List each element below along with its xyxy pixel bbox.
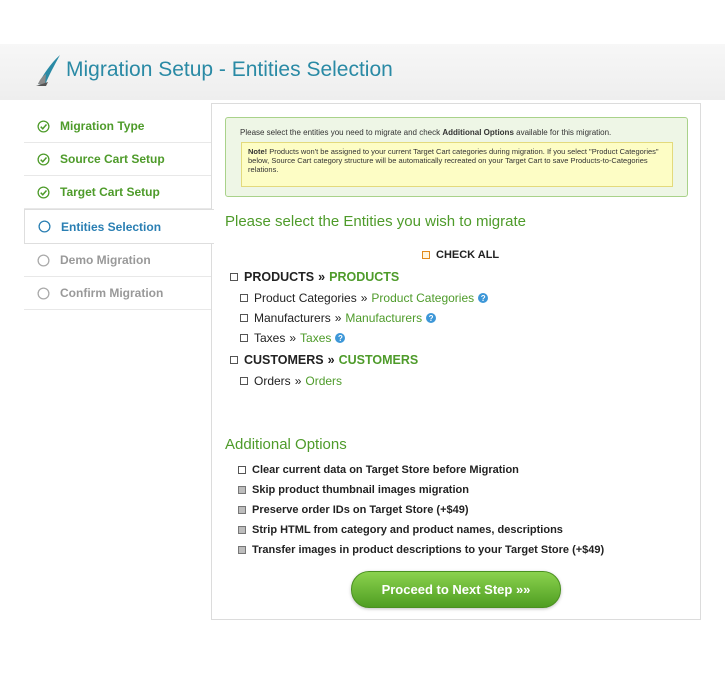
sidebar-step-label: Migration Type: [60, 119, 145, 133]
sidebar-step-label: Entities Selection: [61, 219, 162, 234]
circle-icon: [36, 253, 50, 267]
option-checkbox[interactable]: [238, 466, 246, 474]
circle-icon: [36, 286, 50, 300]
option-transfer-description-images[interactable]: Transfer images in product descriptions …: [238, 544, 604, 556]
sidebar-step-migration-type[interactable]: Migration Type: [24, 110, 212, 143]
taxes-checkbox[interactable]: [240, 334, 248, 342]
entity-source: PRODUCTS: [244, 270, 315, 284]
help-icon[interactable]: ?: [335, 333, 346, 343]
info-box: Please select the entities you need to m…: [225, 117, 688, 197]
entity-target: PRODUCTS: [329, 270, 400, 284]
entity-row-taxes[interactable]: Taxes » Taxes ?: [240, 331, 346, 345]
entity-target: Product Categories: [371, 291, 475, 305]
info-text-bold: Additional Options: [442, 128, 514, 137]
sidebar-step-label: Demo Migration: [60, 253, 151, 267]
entity-separator: »: [360, 291, 368, 305]
sidebar-step-confirm-migration[interactable]: Confirm Migration: [24, 277, 212, 310]
help-icon[interactable]: ?: [478, 293, 489, 303]
entity-source: CUSTOMERS: [244, 353, 324, 367]
entity-separator: »: [289, 331, 297, 345]
option-skip-thumbnails[interactable]: Skip product thumbnail images migration: [238, 484, 469, 496]
products-checkbox[interactable]: [230, 273, 238, 281]
page: Migration Setup - Entities Selection Mig…: [0, 0, 725, 680]
option-preserve-order-ids[interactable]: Preserve order IDs on Target Store (+$49…: [238, 504, 469, 516]
option-checkbox[interactable]: [238, 526, 246, 534]
entity-target: Orders: [305, 374, 343, 388]
option-strip-html[interactable]: Strip HTML from category and product nam…: [238, 524, 563, 536]
help-icon[interactable]: ?: [426, 313, 437, 323]
migration-logo-icon: [36, 55, 60, 86]
product-categories-checkbox[interactable]: [240, 294, 248, 302]
entity-row-manufacturers[interactable]: Manufacturers » Manufacturers ?: [240, 311, 437, 325]
manufacturers-checkbox[interactable]: [240, 314, 248, 322]
option-label: Preserve order IDs on Target Store (+$49…: [252, 504, 469, 516]
option-checkbox[interactable]: [238, 506, 246, 514]
note-label: Note!: [248, 147, 268, 156]
entity-source: Taxes: [254, 331, 286, 345]
option-checkbox[interactable]: [238, 486, 246, 494]
info-text-before: Please select the entities you need to m…: [240, 128, 443, 137]
entity-source: Orders: [254, 374, 291, 388]
option-label: Skip product thumbnail images migration: [252, 484, 469, 496]
entity-separator: »: [318, 270, 326, 284]
option-checkbox[interactable]: [238, 546, 246, 554]
entity-target: Manufacturers: [345, 311, 423, 325]
proceed-button[interactable]: Proceed to Next Step »»: [351, 571, 561, 608]
entity-row-products[interactable]: PRODUCTS » PRODUCTS: [230, 270, 399, 284]
entity-separator: »: [294, 374, 302, 388]
sidebar: Migration Type Source Cart Setup Target …: [24, 110, 214, 310]
sidebar-step-entities-selection[interactable]: Entities Selection: [24, 209, 214, 244]
check-all-checkbox[interactable]: [422, 251, 430, 259]
check-circle-icon: [36, 119, 50, 133]
note-text: Products won't be assigned to your curre…: [248, 147, 659, 174]
sidebar-step-label: Target Cart Setup: [60, 185, 160, 199]
orders-checkbox[interactable]: [240, 377, 248, 385]
sidebar-step-label: Confirm Migration: [60, 286, 164, 300]
sidebar-step-target-cart-setup[interactable]: Target Cart Setup: [24, 176, 212, 209]
entity-separator: »: [327, 353, 335, 367]
entity-row-customers[interactable]: CUSTOMERS » CUSTOMERS: [230, 353, 418, 367]
note-box: Note! Products won't be assigned to your…: [241, 142, 673, 187]
info-text: Please select the entities you need to m…: [240, 128, 611, 137]
main-panel: Please select the entities you need to m…: [211, 103, 701, 620]
info-text-after: available for this migration.: [513, 128, 612, 137]
option-label: Strip HTML from category and product nam…: [252, 524, 563, 536]
entity-separator: »: [334, 311, 342, 325]
option-label: Transfer images in product descriptions …: [252, 544, 605, 556]
check-circle-icon: [36, 152, 50, 166]
entity-source: Product Categories: [254, 291, 357, 305]
sidebar-step-label: Source Cart Setup: [60, 152, 165, 166]
page-title: Migration Setup - Entities Selection: [66, 58, 393, 81]
sidebar-step-demo-migration[interactable]: Demo Migration: [24, 244, 212, 277]
check-all-label: CHECK ALL: [436, 249, 500, 261]
option-label: Clear current data on Target Store befor…: [252, 464, 519, 476]
header: Migration Setup - Entities Selection: [0, 44, 725, 100]
entity-target: Taxes: [300, 331, 332, 345]
option-clear-current-data[interactable]: Clear current data on Target Store befor…: [238, 464, 519, 476]
entity-row-product-categories[interactable]: Product Categories » Product Categories …: [240, 291, 489, 305]
check-all[interactable]: CHECK ALL: [422, 249, 499, 261]
additional-options-title: Additional Options: [225, 436, 347, 453]
entity-source: Manufacturers: [254, 311, 331, 325]
entity-row-orders[interactable]: Orders » Orders: [240, 374, 342, 388]
customers-checkbox[interactable]: [230, 356, 238, 364]
entity-target: CUSTOMERS: [338, 353, 419, 367]
circle-icon: [37, 220, 51, 234]
check-circle-icon: [36, 185, 50, 199]
entities-title: Please select the Entities you wish to m…: [225, 213, 526, 230]
sidebar-step-source-cart-setup[interactable]: Source Cart Setup: [24, 143, 212, 176]
